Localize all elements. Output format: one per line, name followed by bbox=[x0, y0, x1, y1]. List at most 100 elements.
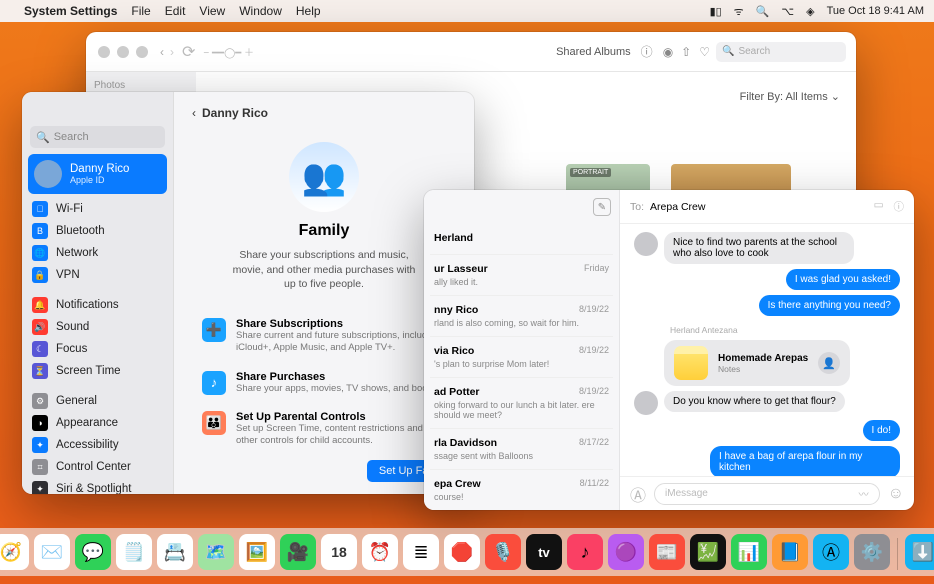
photos-search[interactable]: 🔍 Search bbox=[716, 42, 846, 62]
menu-help[interactable]: Help bbox=[296, 4, 321, 18]
sidebar-item-vpn[interactable]: 🔒VPN bbox=[22, 264, 173, 286]
family-option: ♪Share PurchasesShare your apps, movies,… bbox=[192, 363, 456, 403]
conv-name: nny Rico bbox=[434, 304, 478, 316]
conversation-header: To: Arepa Crew ▭ ⓘ bbox=[620, 190, 914, 224]
info-icon[interactable]: ⓘ bbox=[641, 43, 653, 60]
menu-bar: System Settings File Edit View Window He… bbox=[0, 0, 934, 22]
dock-icon[interactable]: 🟣 bbox=[608, 534, 644, 570]
sidebar-item-general[interactable]: ⚙General bbox=[22, 390, 173, 412]
sidebar-item-notifications[interactable]: 🔔Notifications bbox=[22, 294, 173, 316]
favorite-icon[interactable]: ♡ bbox=[699, 45, 710, 59]
sidebar-label: Wi-Fi bbox=[56, 203, 83, 215]
sidebar-item-control-center[interactable]: ⌗Control Center bbox=[22, 456, 173, 478]
sidebar-item-appearance[interactable]: ◑Appearance bbox=[22, 412, 173, 434]
dock-icon[interactable]: 🖼️ bbox=[239, 534, 275, 570]
menu-view[interactable]: View bbox=[199, 4, 225, 18]
dock-icon[interactable]: 📰 bbox=[649, 534, 685, 570]
outgoing-message: I have a bag of arepa flour in my kitche… bbox=[710, 446, 900, 476]
menu-window[interactable]: Window bbox=[239, 4, 282, 18]
dock-icon[interactable]: 🎙️ bbox=[485, 534, 521, 570]
option-sub: Share your apps, movies, TV shows, and b… bbox=[236, 383, 440, 395]
dock-icon[interactable]: 📊 bbox=[731, 534, 767, 570]
dock-icon[interactable]: 💬 bbox=[75, 534, 111, 570]
sidebar-item-sound[interactable]: 🔊Sound bbox=[22, 316, 173, 338]
sidebar-label: Siri & Spotlight bbox=[56, 483, 131, 494]
photos-sidebar-section: Photos bbox=[94, 80, 188, 91]
sidebar-item-focus[interactable]: ☾Focus bbox=[22, 338, 173, 360]
sidebar-item-accessibility[interactable]: ✦Accessibility bbox=[22, 434, 173, 456]
conversation-item[interactable]: ur LasseurFridayally liked it. bbox=[430, 255, 613, 296]
dock-icon[interactable]: ⚙️ bbox=[854, 534, 890, 570]
menu-edit[interactable]: Edit bbox=[165, 4, 186, 18]
shared-albums-dropdown[interactable]: Shared Albums bbox=[556, 46, 631, 58]
dock-icon[interactable]: 🎥 bbox=[280, 534, 316, 570]
rotate-icon[interactable]: ⟳ bbox=[182, 42, 195, 62]
conversation-item[interactable]: nny Rico8/19/22rland is also coming, so … bbox=[430, 296, 613, 337]
app-menu[interactable]: System Settings bbox=[24, 4, 117, 18]
compose-icon[interactable]: ✎ bbox=[593, 198, 611, 216]
dock-icon[interactable]: ♪ bbox=[567, 534, 603, 570]
dock-icon[interactable]: ≣ bbox=[403, 534, 439, 570]
add-people-icon[interactable]: 👤 bbox=[818, 352, 840, 374]
dock-icon[interactable]: ⬇️ bbox=[905, 534, 934, 570]
settings-sidebar: 🔍 Search Danny Rico Apple ID 􀙇Wi-FiBBlue… bbox=[22, 92, 174, 494]
wifi-icon[interactable]: ᯤ bbox=[734, 4, 744, 19]
filter-by[interactable]: Filter By: All Items ⌄ bbox=[740, 90, 840, 103]
back-button[interactable]: ‹ Danny Rico bbox=[192, 106, 456, 120]
message-input[interactable]: iMessage 〰 bbox=[654, 483, 880, 505]
note-attachment[interactable]: Homemade ArepasNotes 👤 bbox=[664, 340, 850, 386]
dock-icon[interactable]: 18 bbox=[321, 534, 357, 570]
conversation-item[interactable]: epa Crew8/11/22course! bbox=[430, 470, 613, 510]
sidebar-profile[interactable]: Danny Rico Apple ID bbox=[28, 154, 167, 194]
emoji-icon[interactable]: ☺ bbox=[888, 485, 904, 503]
dock-icon[interactable]: 🗺️ bbox=[198, 534, 234, 570]
family-title: Family bbox=[192, 222, 456, 240]
avatar bbox=[34, 160, 62, 188]
sidebar-label: Control Center bbox=[56, 461, 131, 473]
sidebar-item-network[interactable]: 🌐Network bbox=[22, 242, 173, 264]
conversation-item[interactable]: ad Potter8/19/22oking forward to our lun… bbox=[430, 378, 613, 429]
conversation-item[interactable]: via Rico8/19/22's plan to surprise Mom l… bbox=[430, 337, 613, 378]
dock-icon[interactable]: ⏰ bbox=[362, 534, 398, 570]
facetime-icon[interactable]: ▭ bbox=[874, 199, 884, 214]
dock-icon[interactable]: 🧭 bbox=[0, 534, 29, 570]
dock-icon[interactable]: 📘 bbox=[772, 534, 808, 570]
dock-icon[interactable]: ✉️ bbox=[34, 534, 70, 570]
conversation-item[interactable]: rla Davidson8/17/22ssage sent with Ballo… bbox=[430, 429, 613, 470]
filter-value: All Items bbox=[786, 91, 828, 103]
settings-search[interactable]: 🔍 Search bbox=[30, 126, 165, 148]
option-sub: Share current and future subscriptions, … bbox=[236, 330, 446, 355]
clock[interactable]: Tue Oct 18 9:41 AM bbox=[827, 5, 924, 17]
family-desc: Share your subscriptions and music, movi… bbox=[228, 248, 420, 292]
to-value: Arepa Crew bbox=[650, 201, 705, 213]
sidebar-icon: ✦ bbox=[32, 481, 48, 494]
photos-toolbar: ‹ › ⟳ − ━━◯━ ＋ Shared Albums ⓘ ◉ ⇧ ♡ 🔍 S… bbox=[86, 32, 856, 72]
share-icon[interactable]: ⇧ bbox=[681, 45, 691, 59]
dock-icon[interactable]: 🛑 bbox=[444, 534, 480, 570]
battery-icon[interactable]: ▮▯ bbox=[710, 5, 722, 18]
dock-icon[interactable]: 💹 bbox=[690, 534, 726, 570]
people-icon[interactable]: ◉ bbox=[663, 45, 673, 59]
menu-file[interactable]: File bbox=[131, 4, 150, 18]
siri-icon[interactable]: ◈ bbox=[806, 5, 814, 18]
sidebar-icon: ⏳ bbox=[32, 363, 48, 379]
dictation-icon[interactable]: 〰 bbox=[859, 486, 869, 501]
info-icon[interactable]: ⓘ bbox=[894, 199, 905, 214]
sidebar-item-wi-fi[interactable]: 􀙇Wi-Fi bbox=[22, 198, 173, 220]
sidebar-item-siri-spotlight[interactable]: ✦ Siri & Spotlight bbox=[22, 478, 173, 494]
spotlight-icon[interactable]: 🔍 bbox=[756, 5, 770, 18]
sidebar-item-bluetooth[interactable]: BBluetooth bbox=[22, 220, 173, 242]
dock-icon[interactable]: 📇 bbox=[157, 534, 193, 570]
traffic-lights[interactable] bbox=[86, 36, 160, 68]
dock-icon[interactable]: tv bbox=[526, 534, 562, 570]
sidebar-item-screen-time[interactable]: ⏳Screen Time bbox=[22, 360, 173, 382]
conv-preview: ally liked it. bbox=[434, 277, 609, 287]
apps-icon[interactable]: Ⓐ bbox=[630, 482, 646, 506]
dock-icon[interactable]: 🗒️ bbox=[116, 534, 152, 570]
control-center-icon[interactable]: ⌥ bbox=[781, 5, 794, 18]
dock-icon[interactable]: Ⓐ bbox=[813, 534, 849, 570]
conversation-item[interactable]: Herland bbox=[430, 224, 613, 255]
conv-date: 8/17/22 bbox=[579, 437, 609, 449]
zoom-slider[interactable]: − ━━◯━ ＋ bbox=[203, 44, 254, 59]
back-icon[interactable]: ‹ bbox=[160, 45, 164, 59]
